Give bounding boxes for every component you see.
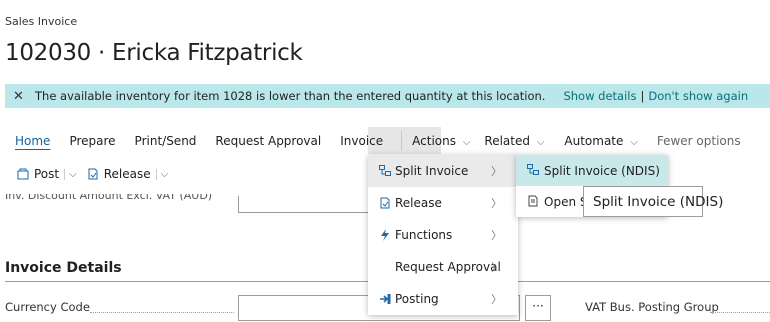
divider [401, 131, 403, 151]
tab-home[interactable]: Home [15, 134, 50, 148]
section-title: Invoice Details [5, 260, 122, 276]
chevron-down-icon: ⌵ [536, 137, 545, 148]
tab-automate[interactable]: Automate ⌵ [564, 134, 637, 148]
tab-related[interactable]: Related ⌵ [484, 134, 544, 148]
inv-discount-text: Inv. Discount Amount Excl. VAT (AUD) [5, 194, 213, 202]
separator: | [640, 89, 645, 103]
submenu-item-label: Open S [544, 194, 588, 209]
close-icon[interactable]: ✕ [13, 89, 27, 104]
leader-dots [90, 311, 234, 313]
tab-actions-label: Actions [412, 134, 456, 148]
submenu-item-label: Split Invoice (NDIS) [544, 163, 660, 178]
menu-item-label: Posting [395, 292, 439, 306]
release-icon [88, 168, 98, 180]
menu-item-release[interactable]: Release 〉 [368, 187, 518, 219]
tab-related-label: Related [484, 134, 530, 148]
chevron-right-icon: 〉 [491, 197, 502, 210]
chevron-right-icon: 〉 [491, 293, 502, 306]
document-icon [528, 195, 538, 207]
tab-invoice[interactable]: Invoice [340, 134, 383, 148]
tab-print-send[interactable]: Print/Send [135, 134, 197, 148]
currency-code-label: Currency Code [5, 300, 90, 314]
tab-request-approval[interactable]: Request Approval [215, 134, 321, 148]
split-invoice-icon [379, 165, 391, 176]
dont-show-again-link[interactable]: Don't show again [648, 89, 748, 103]
chevron-down-icon[interactable]: ⌵ [155, 168, 168, 180]
chevron-down-icon: ⌵ [462, 137, 471, 148]
menu-item-functions[interactable]: Functions 〉 [368, 219, 518, 251]
menu-item-label: Split Invoice [395, 164, 469, 178]
action-bar: Home Prepare Print/Send Request Approval… [15, 131, 760, 151]
lightning-icon [381, 229, 389, 241]
menu-item-label: Release [395, 196, 442, 210]
currency-lookup-button[interactable]: ··· [525, 295, 551, 321]
inv-discount-label: Inv. Discount Amount Excl. VAT (AUD) [5, 194, 235, 203]
leader-dots [710, 311, 770, 313]
tab-automate-label: Automate [564, 134, 624, 148]
breadcrumb: Sales Invoice [5, 15, 78, 28]
release-icon [380, 197, 390, 209]
notification-message: The available inventory for item 1028 is… [35, 89, 546, 103]
post-button[interactable]: Post ⌵ [17, 167, 77, 181]
chevron-down-icon: ⌵ [630, 137, 638, 148]
notification-banner: ✕ The available inventory for item 1028 … [5, 84, 770, 108]
tab-actions[interactable]: Actions ⌵ [412, 134, 470, 148]
release-label: Release [103, 167, 151, 181]
menu-item-split-invoice[interactable]: Split Invoice 〉 [368, 155, 518, 187]
release-button[interactable]: Release ⌵ [87, 167, 168, 181]
menu-item-posting[interactable]: Posting 〉 [368, 283, 518, 315]
actions-menu: Split Invoice 〉 Release 〉 Functions 〉 Re… [368, 155, 518, 315]
chevron-down-icon[interactable]: ⌵ [64, 168, 77, 180]
menu-item-request-approval[interactable]: Request Approval 〉 [368, 251, 518, 283]
chevron-right-icon: 〉 [491, 165, 502, 178]
chevron-right-icon: 〉 [491, 261, 502, 274]
posting-icon [380, 294, 391, 304]
menu-item-label: Functions [395, 228, 453, 242]
split-invoice-icon [527, 164, 539, 175]
show-details-link[interactable]: Show details [563, 89, 636, 103]
menu-item-label: Request Approval [395, 260, 501, 274]
chevron-right-icon: 〉 [491, 229, 502, 242]
post-icon [17, 168, 29, 180]
submenu-item-split-invoice-ndis[interactable]: Split Invoice (NDIS) [516, 155, 668, 186]
page-title: 102030 · Ericka Fitzpatrick [5, 40, 303, 66]
post-label: Post [34, 167, 60, 181]
tab-prepare[interactable]: Prepare [69, 134, 115, 148]
fewer-options-link[interactable]: Fewer options [657, 134, 741, 148]
vat-bus-posting-group-label: VAT Bus. Posting Group [585, 300, 719, 314]
tooltip: Split Invoice (NDIS) [583, 186, 723, 217]
toolbar: Post ⌵ Release ⌵ [17, 167, 178, 181]
